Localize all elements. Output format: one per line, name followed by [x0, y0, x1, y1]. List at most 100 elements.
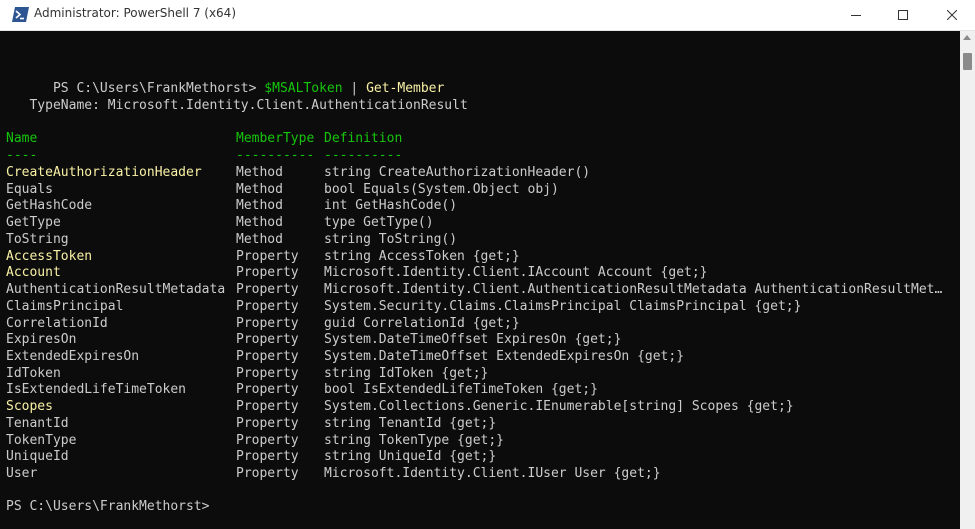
minimize-icon — [851, 15, 861, 16]
member-name: CorrelationId — [6, 315, 108, 331]
title-bar[interactable]: Administrator: PowerShell 7 (x64) — [0, 0, 975, 31]
member-row: ToString Method string ToString() — [6, 231, 960, 248]
member-definition: string UniqueId {get;} — [324, 449, 497, 465]
member-definition: int GetHashCode() — [324, 198, 458, 214]
member-row: Equals Method bool Equals(System.Object ob… — [6, 181, 960, 198]
member-type: Property — [236, 248, 299, 264]
member-type: Property — [236, 348, 299, 364]
member-type: Property — [236, 415, 299, 431]
member-name: ClaimsPrincipal — [6, 298, 124, 314]
member-definition: System.DateTimeOffset ExtendedExpiresOn … — [324, 348, 685, 364]
separator-name: ---- — [6, 148, 38, 163]
command-line: PS C:\Users\FrankMethorst> $MSALToken | … — [6, 63, 444, 96]
member-definition: System.DateTimeOffset ExpiresOn {get;} — [324, 332, 622, 348]
member-row: ExpiresOn Property System.DateTimeOffset E… — [6, 331, 960, 348]
member-definition: type GetType() — [324, 215, 434, 231]
member-row: GetType Method type GetType() — [6, 214, 960, 231]
member-row: TenantId Property string TenantId {get;} — [6, 415, 960, 432]
variable-token: $MSALToken — [264, 81, 343, 96]
member-name: CreateAuthorizationHeader — [6, 165, 202, 180]
prompt-line: PS C:\Users\FrankMethorst> — [6, 499, 218, 514]
member-name: Equals — [6, 181, 53, 197]
minimize-button[interactable] — [833, 0, 879, 30]
member-row: TokenType Property string TokenType {get;} — [6, 432, 960, 449]
member-name: ExtendedExpiresOn — [6, 348, 140, 364]
member-name: UniqueId — [6, 449, 69, 465]
member-definition: string TokenType {get;} — [324, 432, 505, 448]
vertical-scrollbar[interactable] — [960, 31, 975, 529]
close-button[interactable] — [929, 0, 975, 30]
header-name: Name — [6, 131, 38, 146]
scroll-thumb[interactable] — [963, 53, 972, 70]
member-name: ToString — [6, 231, 69, 247]
member-row: ClaimsPrincipal Property System.Security.C… — [6, 298, 960, 315]
member-definition: Microsoft.Identity.Client.IAccount Accou… — [324, 265, 708, 281]
member-row: AccessToken Property string AccessToken {g… — [6, 248, 960, 265]
header-row: Name MemberType Definition — [6, 130, 960, 147]
member-definition: string CreateAuthorizationHeader() — [324, 165, 591, 180]
member-definition: System.Collections.Generic.IEnumerable[s… — [324, 399, 794, 415]
member-type: Property — [236, 332, 299, 348]
member-definition: string IdToken {get;} — [324, 365, 489, 381]
member-type: Method — [236, 165, 283, 180]
member-name: AccessToken — [6, 248, 93, 264]
member-definition: guid CorrelationId {get;} — [324, 315, 520, 331]
member-definition: string AccessToken {get;} — [324, 248, 520, 264]
member-type: Property — [236, 365, 299, 381]
member-row: GetHashCode Method int GetHashCode() — [6, 197, 960, 214]
member-definition: string ToString() — [324, 231, 458, 247]
member-definition: bool Equals(System.Object obj) — [324, 181, 559, 197]
member-type: Property — [236, 399, 299, 415]
separator-row: ---- ---------- ---------- — [6, 147, 960, 164]
member-type: Property — [236, 466, 299, 481]
member-row: AuthenticationResultMetadata Property Micr… — [6, 281, 960, 298]
member-type: Property — [236, 432, 299, 448]
member-type: Method — [236, 215, 283, 231]
member-definition: System.Security.Claims.ClaimsPrincipal C… — [324, 298, 802, 314]
header-definition: Definition — [324, 131, 403, 146]
member-definition: bool IsExtendedLifeTimeToken {get;} — [324, 382, 598, 398]
member-type: Property — [236, 298, 299, 314]
typename-line: TypeName: Microsoft.Identity.Client.Auth… — [6, 98, 468, 113]
member-name: TenantId — [6, 415, 69, 431]
member-type: Method — [236, 198, 283, 214]
member-name: User — [6, 466, 38, 481]
separator-definition: ---------- — [324, 148, 403, 163]
prompt-text: PS C:\Users\FrankMethorst> — [52, 81, 265, 96]
member-type: Property — [236, 382, 299, 398]
member-type: Property — [236, 315, 299, 331]
member-name: TokenType — [6, 432, 77, 448]
member-row: Scopes Property System.Collections.Generic… — [6, 398, 960, 415]
member-name: AuthenticationResultMetadata — [6, 282, 226, 297]
member-type: Property — [236, 449, 299, 465]
member-name: ExpiresOn — [6, 332, 77, 348]
header-membertype: MemberType — [236, 131, 315, 146]
member-row: CorrelationId Property guid CorrelationId … — [6, 315, 960, 332]
powershell-icon — [12, 7, 29, 22]
member-type: Property — [236, 265, 299, 281]
member-row: ExtendedExpiresOn Property System.DateTime… — [6, 348, 960, 365]
scroll-up-arrow-icon[interactable] — [963, 35, 971, 40]
member-type: Method — [236, 181, 283, 197]
maximize-button[interactable] — [880, 0, 926, 30]
separator-membertype: ---------- — [236, 148, 315, 163]
member-definition: string TenantId {get;} — [324, 415, 497, 431]
member-name: GetHashCode — [6, 198, 93, 214]
powershell-window: Administrator: PowerShell 7 (x64) PS C:\… — [0, 0, 975, 529]
close-icon — [947, 10, 957, 20]
console-output[interactable]: PS C:\Users\FrankMethorst> $MSALToken | … — [0, 31, 960, 529]
member-type: Method — [236, 231, 283, 247]
command-token: Get-Member — [366, 81, 445, 96]
member-definition: Microsoft.Identity.Client.Authentication… — [324, 282, 943, 297]
member-name: GetType — [6, 215, 61, 231]
maximize-icon — [898, 10, 908, 20]
member-row: IdToken Property string IdToken {get;} — [6, 365, 960, 382]
member-row: User Property Microsoft.Identity.Client.IU… — [6, 465, 960, 482]
member-type: Property — [236, 282, 299, 297]
member-name: Scopes — [6, 399, 53, 415]
member-definition: Microsoft.Identity.Client.IUser User {ge… — [324, 466, 661, 481]
window-title: Administrator: PowerShell 7 (x64) — [34, 6, 237, 20]
member-row: IsExtendedLifeTimeToken Property bool IsEx… — [6, 381, 960, 398]
member-name: Account — [6, 265, 61, 281]
member-row: UniqueId Property string UniqueId {get;} — [6, 448, 960, 465]
